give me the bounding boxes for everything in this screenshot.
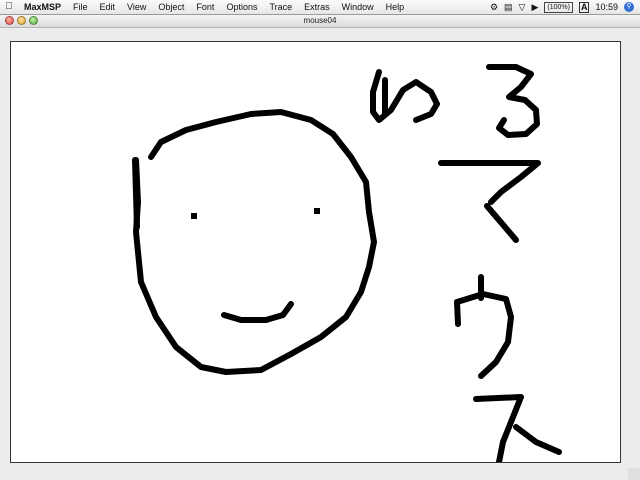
menu-app-name[interactable]: MaxMSP xyxy=(18,0,67,14)
window-titlebar[interactable]: mouse04 xyxy=(0,15,640,28)
keyboard-indicator: A xyxy=(580,1,588,12)
menu-window[interactable]: Window xyxy=(336,0,380,14)
window-title: mouse04 xyxy=(303,16,337,25)
face-left-edge-stroke xyxy=(132,157,140,230)
glyph-u-body-stroke xyxy=(454,291,514,379)
face-outline-stroke xyxy=(133,109,377,375)
input-menu-icon[interactable]: A xyxy=(578,1,590,13)
smile-stroke xyxy=(221,301,294,323)
glyph-ma-stroke xyxy=(438,160,541,205)
apple-icon[interactable]:  xyxy=(0,0,18,14)
minimize-button[interactable] xyxy=(17,16,26,25)
right-eye xyxy=(314,208,320,214)
resize-grip[interactable] xyxy=(628,468,640,480)
glyph-ru-stroke xyxy=(486,64,540,138)
spotlight-icon[interactable]: ⚲ xyxy=(624,2,634,12)
menu-object[interactable]: Object xyxy=(152,0,190,14)
wifi-icon[interactable]: ▽ xyxy=(519,0,526,14)
drawing-canvas[interactable] xyxy=(10,41,621,463)
menu-font[interactable]: Font xyxy=(190,0,220,14)
battery-icon[interactable]: (100%) xyxy=(544,1,573,13)
window-content xyxy=(0,28,640,480)
menubar:  MaxMSP File Edit View Object Font Opti… xyxy=(0,0,640,15)
menu-options[interactable]: Options xyxy=(220,0,263,14)
volume-icon[interactable]: ▶ xyxy=(531,0,538,14)
menu-help[interactable]: Help xyxy=(380,0,411,14)
menubar-tray: ⚙ ▤ ▽ ▶ (100%) A 10:59 ⚲ xyxy=(490,0,640,14)
glyph-ma-tail-stroke xyxy=(484,203,519,243)
menu-edit[interactable]: Edit xyxy=(94,0,122,14)
menubar-clock[interactable]: 10:59 xyxy=(595,0,618,14)
menu-extras[interactable]: Extras xyxy=(298,0,336,14)
zoom-button[interactable] xyxy=(29,16,38,25)
drawing-svg xyxy=(132,64,562,462)
patcher-window: mouse04 xyxy=(0,15,640,480)
display-icon[interactable]: ▤ xyxy=(504,0,513,14)
battery-percent: (100%) xyxy=(547,3,570,11)
menu-view[interactable]: View xyxy=(121,0,152,14)
left-eye xyxy=(191,213,197,219)
glyph-su-tail-stroke xyxy=(513,424,562,455)
menu-file[interactable]: File xyxy=(67,0,94,14)
menu-trace[interactable]: Trace xyxy=(263,0,298,14)
close-button[interactable] xyxy=(5,16,14,25)
glyph-su-stroke xyxy=(473,394,524,462)
script-menu-icon[interactable]: ⚙ xyxy=(490,0,498,14)
